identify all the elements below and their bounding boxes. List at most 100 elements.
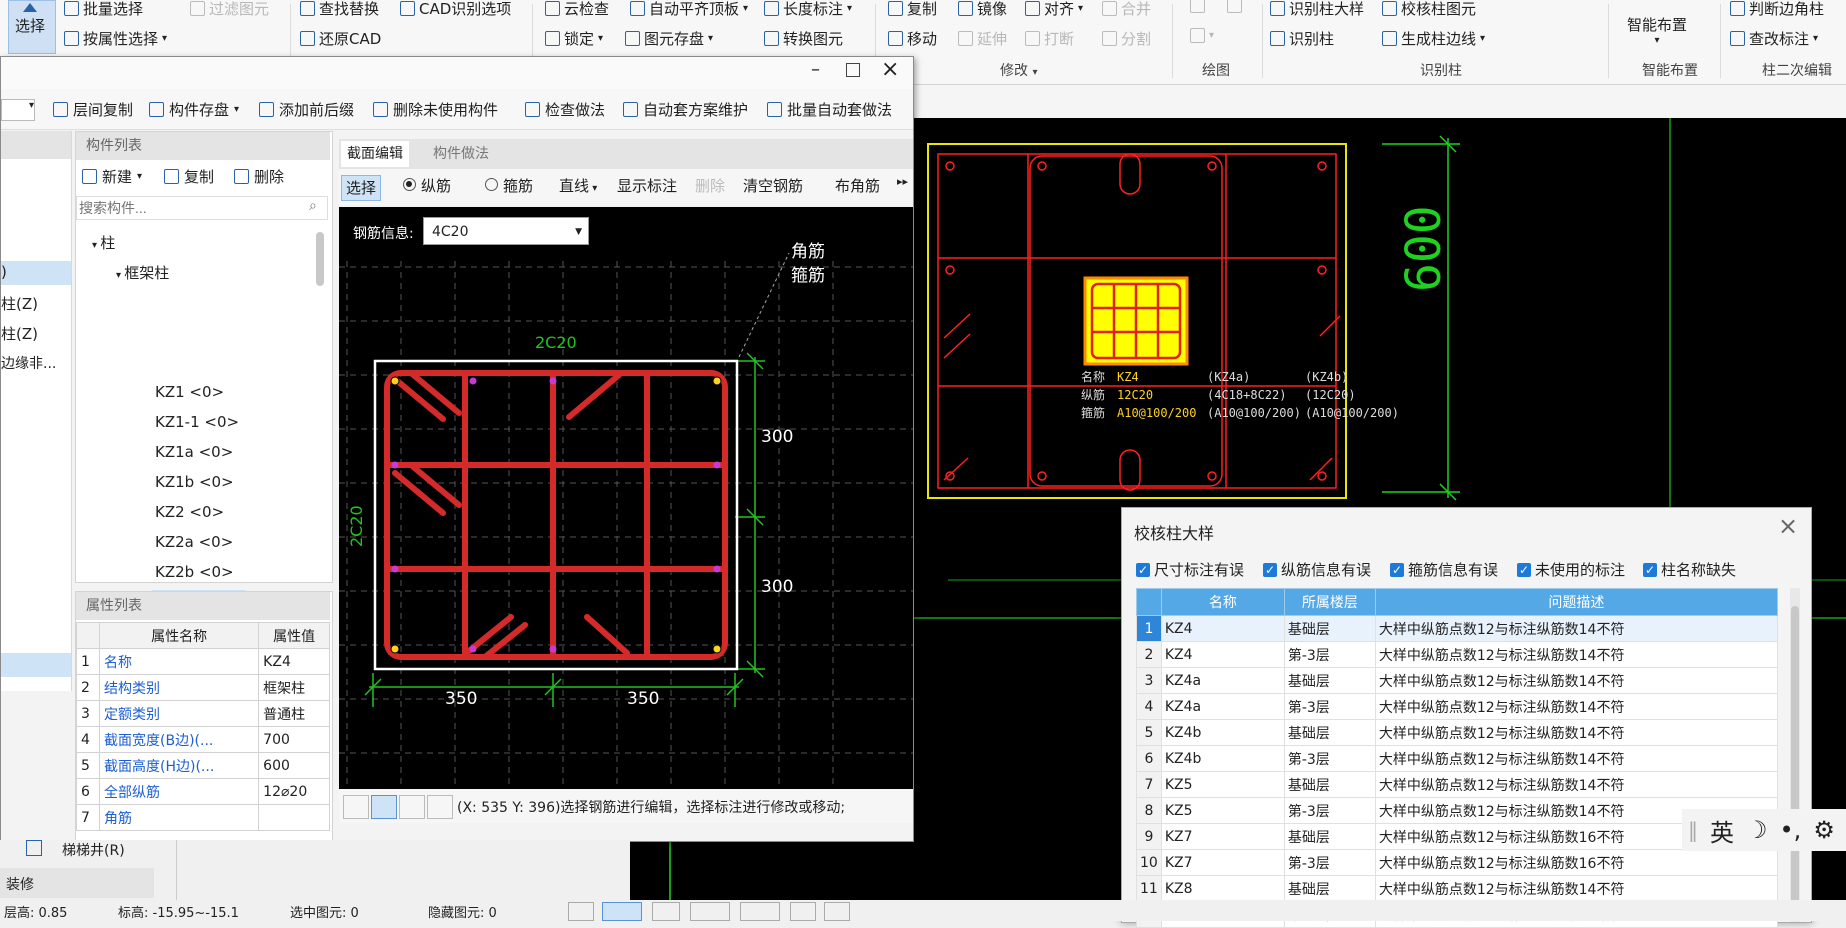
mirror-button[interactable]: 镜像 — [958, 0, 1007, 19]
merge-button[interactable]: 合并 — [1102, 0, 1151, 19]
batch-auto-button[interactable]: 批量自动套做法 — [767, 99, 892, 120]
grid-toggle-icon[interactable] — [690, 902, 730, 921]
result-row[interactable]: 5 KZ4b 基础层 大样中纵筋点数12与标注纵筋数14不符 — [1136, 719, 1779, 746]
orth-toggle-icon[interactable] — [568, 902, 594, 921]
restore-cad-button[interactable]: 还原CAD — [300, 28, 381, 49]
delete-component-button[interactable]: 删除 — [234, 166, 284, 187]
tree-root-column[interactable]: ▾ 柱 — [92, 232, 115, 253]
moon-icon[interactable]: ☽ — [1746, 816, 1768, 844]
result-row[interactable]: 2 KZ4 第-3层 大样中纵筋点数12与标注纵筋数14不符 — [1136, 641, 1779, 668]
save-status-icon[interactable] — [790, 902, 816, 921]
filter-stirrup-error[interactable]: ✓ 箍筋信息有误 — [1390, 559, 1498, 580]
snap-add-icon[interactable] — [427, 795, 453, 819]
nav-decoration[interactable]: 装修 — [6, 874, 34, 894]
component-search-input[interactable] — [76, 196, 328, 220]
editor-select-button[interactable]: 选择 — [341, 175, 382, 201]
filter-elements-button[interactable]: 过滤图元 — [190, 0, 269, 19]
nav-item[interactable]: 柱(Z) — [1, 323, 38, 344]
delete-unused-button[interactable]: 删除未使用构件 — [373, 99, 498, 120]
result-row[interactable]: 11 KZ8 基础层 大样中纵筋点数12与标注纵筋数14不符 — [1136, 875, 1779, 902]
result-row[interactable]: 4 KZ4a 第-3层 大样中纵筋点数12与标注纵筋数14不符 — [1136, 693, 1779, 720]
move-button[interactable]: 移动 — [888, 28, 937, 49]
nav-item[interactable]: 柱(Z) — [1, 293, 38, 314]
radio-stirrup[interactable] — [485, 178, 498, 191]
snap-orth-icon[interactable] — [343, 795, 369, 819]
find-replace-button[interactable]: 查找替换 — [300, 0, 379, 19]
measure-icon[interactable] — [824, 902, 850, 921]
edit-label-button[interactable]: 查改标注 ▾ — [1730, 28, 1818, 49]
draw-arc-button[interactable]: ▾ — [1190, 28, 1214, 43]
result-row[interactable]: 3 KZ4a 基础层 大样中纵筋点数12与标注纵筋数14不符 — [1136, 667, 1779, 694]
result-row[interactable]: 7 KZ5 基础层 大样中纵筋点数12与标注纵筋数14不符 — [1136, 771, 1779, 798]
column-edge-button[interactable]: 生成柱边线 ▾ — [1382, 28, 1485, 49]
cad-option-button[interactable]: CAD识别选项 — [400, 0, 511, 19]
component-item[interactable]: KZ2 <0> — [155, 503, 224, 521]
extend-button[interactable]: 延伸 — [958, 28, 1007, 49]
annotation-left-rebar[interactable]: 2C20 — [347, 505, 366, 547]
delete-rebar-button[interactable]: 删除 — [695, 175, 725, 196]
tab-component-method[interactable]: 构件做法 — [427, 141, 495, 167]
annotation-top-rebar[interactable]: 2C20 — [535, 333, 577, 352]
select-by-property-button[interactable]: 按属性选择 ▾ — [64, 28, 167, 49]
dimension-bottom-a[interactable]: 350 — [445, 689, 477, 709]
maximize-icon[interactable] — [846, 63, 860, 77]
property-row[interactable]: 3 定额类别 普通柱 — [76, 700, 330, 727]
copy-button[interactable]: 复制 — [888, 0, 937, 19]
component-item[interactable]: KZ2a <0> — [155, 533, 233, 551]
align-top-button[interactable]: 自动平齐顶板 ▾ — [630, 0, 748, 19]
split-button[interactable]: 分割 — [1102, 28, 1151, 49]
convert-button[interactable]: 转换图元 — [764, 28, 843, 49]
dimension-right-b[interactable]: 300 — [761, 577, 793, 597]
result-row[interactable]: 1 KZ4 基础层 大样中纵筋点数12与标注纵筋数14不符 — [1136, 615, 1779, 642]
filter-longitudinal-error[interactable]: ✓ 纵筋信息有误 — [1263, 559, 1371, 580]
component-save-button[interactable]: 构件存盘 ▾ — [149, 99, 239, 120]
corner-rebar-button[interactable]: 布角筋 — [835, 175, 880, 196]
component-item[interactable]: KZ1b <0> — [155, 473, 234, 491]
nav-stair[interactable]: 梯梯井(R) — [62, 840, 125, 860]
dimension-button[interactable]: 长度标注 ▾ — [764, 0, 852, 19]
property-row[interactable]: 5 截面高度(H边)(... 600 — [76, 752, 330, 779]
section-edit-canvas[interactable]: 钢筋信息: 4C20 ▼ 角筋 箍筋 2C20 2C20 300 300 350… — [339, 207, 913, 789]
clear-rebar-button[interactable]: 清空钢筋 — [743, 175, 803, 196]
result-row[interactable]: 6 KZ4b 第-3层 大样中纵筋点数12与标注纵筋数14不符 — [1136, 745, 1779, 772]
dimension-bottom-b[interactable]: 350 — [627, 689, 659, 709]
dynamic-input-icon[interactable] — [652, 902, 680, 921]
smart-layout-button[interactable]: 智能布置 ▾ — [1627, 14, 1687, 46]
component-item[interactable]: KZ2b <0> — [155, 563, 234, 581]
component-item[interactable]: KZ1a <0> — [155, 443, 233, 461]
property-row[interactable]: 7 角筋 — [76, 804, 330, 831]
check-method-button[interactable]: 检查做法 — [525, 99, 605, 120]
tab-section-edit[interactable]: 截面编辑 — [341, 141, 409, 167]
verify-column-button[interactable]: 校核柱图元 — [1382, 0, 1476, 19]
batch-select-button[interactable]: 批量选择 — [64, 0, 143, 19]
snap-toggle-icon[interactable] — [602, 902, 642, 921]
component-item[interactable]: KZ1 <0> — [155, 383, 224, 401]
filter-missing-name[interactable]: ✓ 柱名称缺失 — [1643, 559, 1736, 580]
new-component-button[interactable]: 新建 ▾ — [82, 166, 142, 187]
save-element-button[interactable]: 图元存盘 ▾ — [625, 28, 713, 49]
gear-icon[interactable]: ⚙ — [1813, 816, 1835, 844]
add-prefix-suffix-button[interactable]: 添加前后缀 — [259, 99, 354, 120]
copy-between-floors-button[interactable]: 层间复制 — [53, 99, 133, 120]
align-button[interactable]: 对齐 ▾ — [1025, 0, 1083, 19]
nav-item[interactable]: ) — [1, 263, 7, 281]
result-row[interactable]: 10 KZ7 第-3层 大样中纵筋点数12与标注纵筋数16不符 — [1136, 849, 1779, 876]
dimension-right-a[interactable]: 300 — [761, 427, 793, 447]
punctuation-icon[interactable]: •, — [1780, 816, 1802, 844]
show-dimension-button[interactable]: 显示标注 — [617, 175, 677, 196]
component-item[interactable]: KZ1-1 <0> — [155, 413, 239, 431]
filter-dimension-error[interactable]: ✓ 尺寸标注有误 — [1136, 559, 1244, 580]
tree-group-frame-column[interactable]: ▾ 框架柱 — [116, 262, 169, 283]
recognize-detail-button[interactable]: 识别柱大样 — [1270, 0, 1364, 19]
search-icon[interactable]: ⌕ — [309, 198, 317, 214]
corner-column-button[interactable]: 判断边角柱 — [1730, 0, 1824, 19]
list-scrollbar[interactable] — [316, 232, 324, 286]
nav-item[interactable]: 边缘非... — [1, 353, 56, 373]
select-button[interactable]: 选择 — [8, 0, 56, 54]
filter-unused-label[interactable]: ✓ 未使用的标注 — [1517, 559, 1625, 580]
property-row[interactable]: 2 结构类别 框架柱 — [76, 674, 330, 701]
ime-lang-toggle[interactable]: 英 — [1710, 813, 1734, 848]
snap-perp-icon[interactable] — [399, 795, 425, 819]
snap-line-icon[interactable] — [371, 795, 397, 819]
floor-dropdown[interactable]: ▾ — [1, 99, 35, 121]
